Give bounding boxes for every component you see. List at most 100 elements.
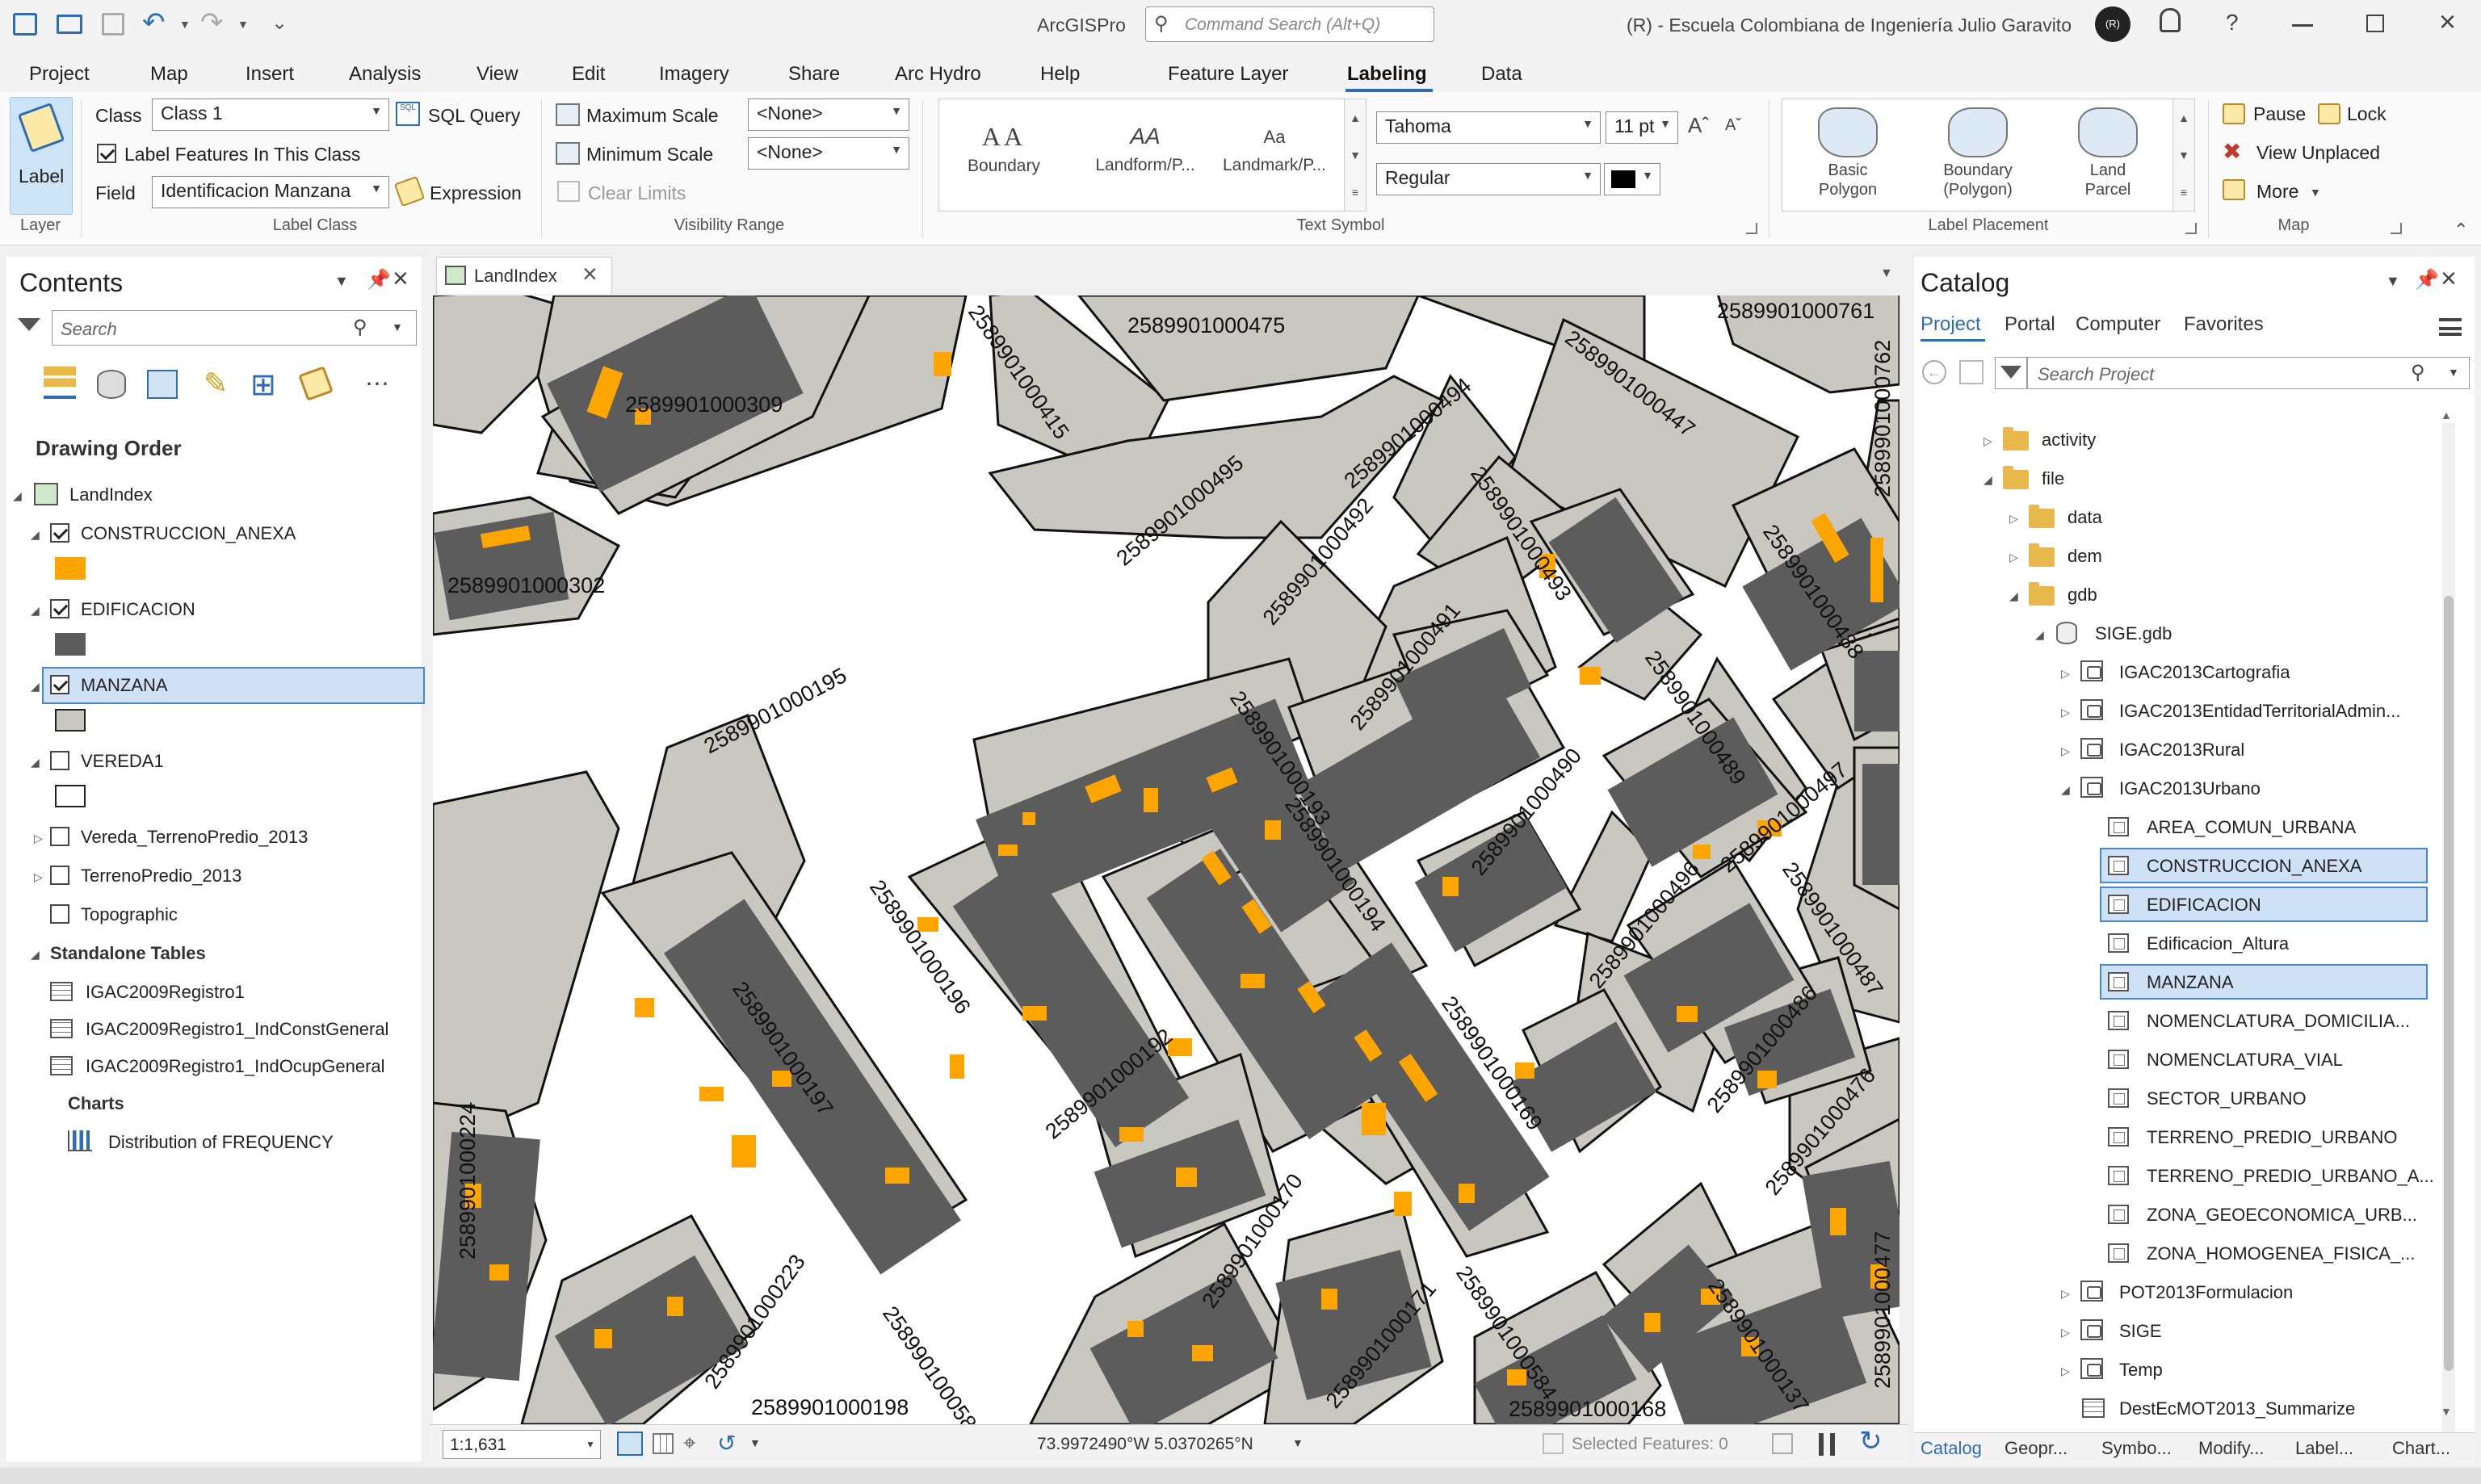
- catalog-item-data[interactable]: data: [2068, 507, 2102, 528]
- style-boundary[interactable]: AA Boundary: [947, 107, 1060, 204]
- layer-visibility-checkbox[interactable]: [50, 599, 69, 618]
- undo-icon[interactable]: ↶: [142, 6, 166, 39]
- placement-scroll-buttons[interactable]: ▲ ▼ ≡: [2172, 99, 2195, 212]
- font-name-dropdown[interactable]: Tahoma ▼: [1376, 111, 1601, 144]
- tab-options-icon[interactable]: ▼: [1880, 266, 1893, 281]
- catalog-item-feature-class[interactable]: CONSTRUCCION_ANEXA: [2147, 856, 2361, 877]
- layer-construccion-anexa[interactable]: CONSTRUCCION_ANEXA: [81, 523, 296, 544]
- placement-land-parcel[interactable]: Land Parcel: [2049, 103, 2167, 208]
- chevron-down-icon[interactable]: ▼: [2310, 186, 2321, 199]
- pane-tab-modify[interactable]: Modify...: [2198, 1438, 2265, 1459]
- catalog-item-sige-gdb[interactable]: SIGE.gdb: [2095, 623, 2172, 644]
- collapse-arrow-icon[interactable]: ◢: [31, 604, 40, 618]
- redo-icon[interactable]: ↷: [200, 6, 224, 39]
- clear-limits-icon[interactable]: [557, 181, 580, 202]
- scrollbar-thumb[interactable]: [2444, 596, 2454, 1371]
- field-dropdown[interactable]: Identificacion Manzana ▼: [152, 176, 389, 208]
- menu-help[interactable]: Help: [1035, 60, 1085, 89]
- expand-arrow-icon[interactable]: ▷: [2061, 744, 2070, 758]
- list-by-drawing-order-icon[interactable]: [44, 367, 76, 399]
- open-folder-icon[interactable]: [57, 15, 82, 34]
- expression-button[interactable]: Expression: [430, 182, 522, 204]
- back-icon[interactable]: ←: [1922, 360, 1946, 384]
- notifications-bell-icon[interactable]: [2160, 8, 2181, 32]
- layer-visibility-checkbox[interactable]: [50, 523, 69, 543]
- expand-arrow-icon[interactable]: ▷: [34, 870, 43, 884]
- pane-tab-symbology[interactable]: Symbo...: [2101, 1438, 2172, 1459]
- scroll-up-icon[interactable]: ▲: [2441, 409, 2452, 421]
- collapse-arrow-icon[interactable]: ◢: [31, 948, 40, 962]
- font-style-dropdown[interactable]: Regular ▼: [1376, 163, 1601, 195]
- fixed-zoom-icon[interactable]: [617, 1432, 643, 1456]
- catalog-item-dataset[interactable]: SIGE: [2119, 1321, 2162, 1342]
- minimize-icon[interactable]: [2292, 24, 2313, 27]
- expand-arrow-icon[interactable]: ▷: [2061, 1287, 2070, 1301]
- font-size-dropdown[interactable]: 11 pt ▼: [1606, 111, 1678, 144]
- collapse-arrow-icon[interactable]: ◢: [2035, 628, 2044, 642]
- redo-dropdown-icon[interactable]: ▼: [237, 18, 249, 31]
- layer-edificacion[interactable]: EDIFICACION: [81, 599, 195, 620]
- chevron-down-icon[interactable]: ▼: [749, 1436, 761, 1449]
- new-project-icon[interactable]: [13, 13, 37, 36]
- pane-options-icon[interactable]: ▼: [334, 273, 349, 290]
- pane-tab-geoprocessing[interactable]: Geopr...: [2005, 1438, 2068, 1459]
- lock-labels-button[interactable]: Lock: [2347, 103, 2387, 125]
- pane-tab-catalog[interactable]: Catalog: [1921, 1438, 1982, 1459]
- decrease-font-size-icon[interactable]: Aˇ: [1725, 116, 1741, 135]
- collapse-arrow-icon[interactable]: ◢: [31, 756, 40, 769]
- menu-share[interactable]: Share: [783, 60, 845, 89]
- catalog-item-feature-class[interactable]: MANZANA: [2147, 972, 2234, 993]
- grid-icon[interactable]: [653, 1433, 674, 1454]
- customize-toolbar-icon[interactable]: ⌄: [271, 11, 288, 35]
- avatar[interactable]: (R): [2095, 6, 2130, 42]
- list-by-selection-icon[interactable]: [147, 370, 178, 399]
- pin-icon[interactable]: 📌: [367, 268, 391, 291]
- catalog-item-dataset[interactable]: POT2013Formulacion: [2119, 1282, 2293, 1303]
- table-item[interactable]: IGAC2009Registro1: [86, 982, 245, 1003]
- catalog-item-dataset[interactable]: IGAC2013EntidadTerritorialAdmin...: [2119, 701, 2401, 722]
- minimum-scale-icon[interactable]: [556, 142, 580, 165]
- font-color-dropdown[interactable]: ▼: [1604, 163, 1660, 195]
- collapse-arrow-icon[interactable]: ◢: [1984, 473, 1992, 487]
- menu-imagery[interactable]: Imagery: [654, 60, 734, 89]
- map-name[interactable]: LandIndex: [69, 484, 153, 505]
- layer-vereda1[interactable]: VEREDA1: [81, 751, 164, 772]
- catalog-item-dataset[interactable]: IGAC2013Rural: [2119, 740, 2244, 761]
- table-item[interactable]: IGAC2009Registro1_IndOcupGeneral: [86, 1056, 385, 1077]
- command-search[interactable]: ⚲ Command Search (Alt+Q): [1145, 6, 1434, 42]
- chart-item[interactable]: Distribution of FREQUENCY: [108, 1132, 334, 1153]
- catalog-item-feature-class[interactable]: ZONA_GEOECONOMICA_URB...: [2147, 1205, 2417, 1226]
- filter-icon[interactable]: [18, 318, 40, 331]
- catalog-item-feature-class[interactable]: EDIFICACION: [2147, 895, 2261, 916]
- collapse-arrow-icon[interactable]: ◢: [31, 680, 40, 694]
- expand-arrow-icon[interactable]: ▷: [2009, 551, 2018, 564]
- list-by-editing-icon[interactable]: ✎: [204, 367, 228, 400]
- tab-favorites[interactable]: Favorites: [2184, 313, 2264, 336]
- more-button[interactable]: More: [2256, 181, 2298, 203]
- menu-view[interactable]: View: [472, 60, 523, 89]
- maximum-scale-dropdown[interactable]: <None> ▼: [748, 99, 909, 131]
- sql-query-icon[interactable]: SQL: [396, 102, 420, 126]
- tab-labeling[interactable]: Labeling: [1342, 60, 1432, 89]
- catalog-item-gdb[interactable]: gdb: [2068, 585, 2097, 606]
- close-icon[interactable]: ×: [2439, 5, 2456, 39]
- expand-arrow-icon[interactable]: ▷: [2061, 667, 2070, 681]
- filter-icon[interactable]: [1995, 357, 2027, 389]
- tab-data[interactable]: Data: [1476, 60, 1527, 89]
- layer-vereda-terreno[interactable]: Vereda_TerrenoPredio_2013: [81, 827, 308, 848]
- catalog-item-feature-class[interactable]: AREA_COMUN_URBANA: [2147, 817, 2356, 838]
- expand-arrow-icon[interactable]: ▷: [2061, 1326, 2070, 1339]
- class-dropdown[interactable]: Class 1 ▼: [152, 99, 389, 131]
- catalog-item-feature-class[interactable]: NOMENCLATURA_DOMICILIA...: [2147, 1011, 2410, 1032]
- launcher-icon[interactable]: [1746, 223, 1757, 234]
- menu-map[interactable]: Map: [145, 60, 193, 89]
- label-toggle-button[interactable]: Label: [10, 97, 73, 215]
- expand-arrow-icon[interactable]: ▷: [34, 832, 43, 845]
- symbol-swatch-hollow[interactable]: [55, 785, 86, 807]
- rotate-icon[interactable]: ↺: [717, 1430, 736, 1457]
- expand-arrow-icon[interactable]: ▷: [2061, 706, 2070, 719]
- catalog-item-feature-class[interactable]: NOMENCLATURA_VIAL: [2147, 1050, 2343, 1071]
- catalog-item-feature-class[interactable]: TERRENO_PREDIO_URBANO: [2147, 1127, 2398, 1148]
- catalog-item-feature-class[interactable]: Edificacion_Altura: [2147, 933, 2289, 954]
- placement-basic-polygon[interactable]: Basic Polygon: [1789, 103, 1907, 208]
